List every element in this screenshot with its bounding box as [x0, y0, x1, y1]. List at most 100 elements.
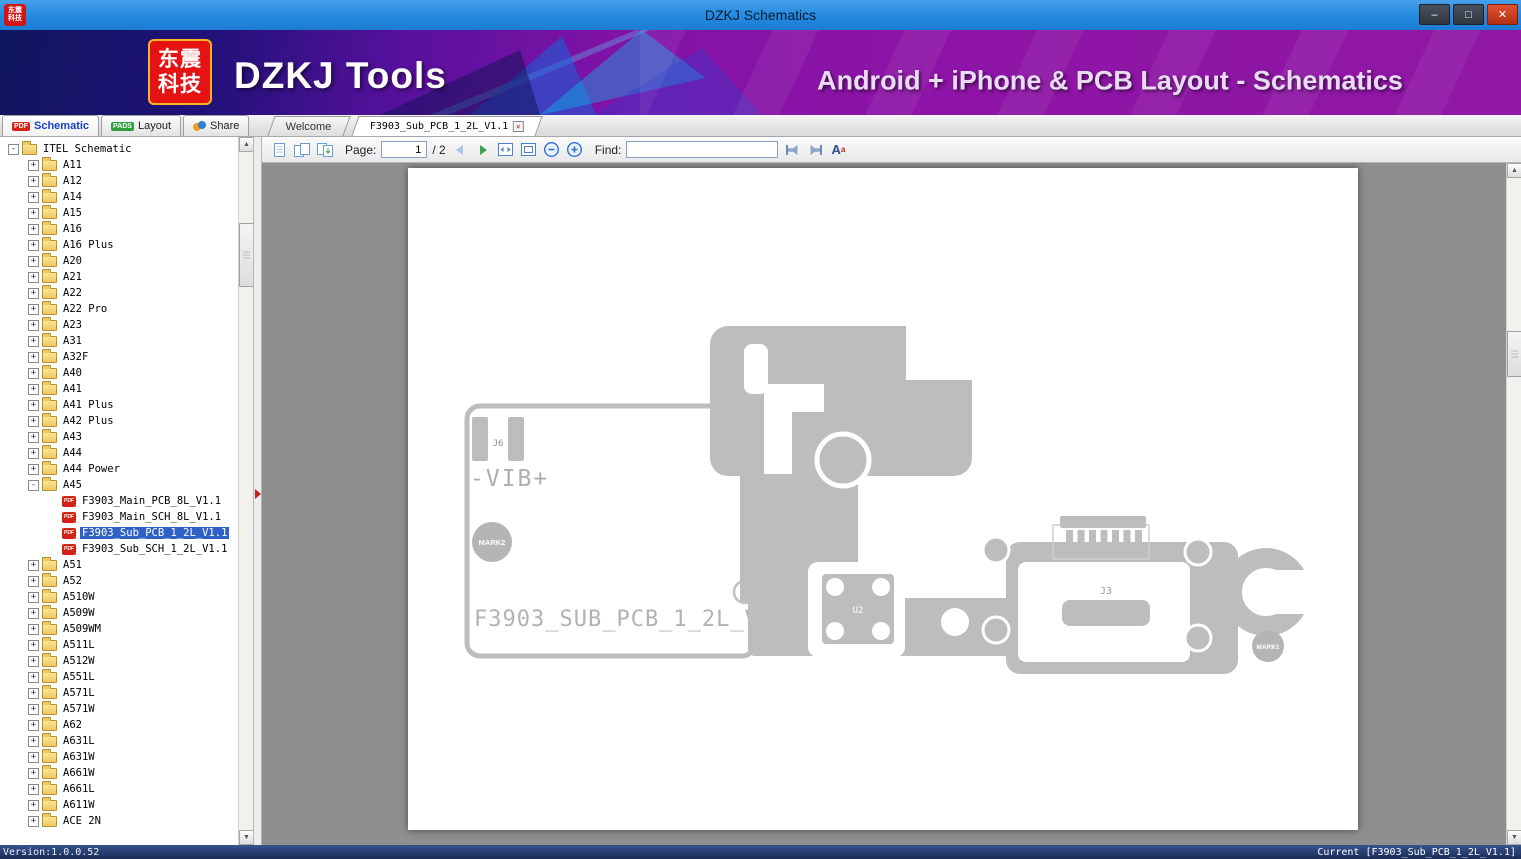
tree-expand-toggle[interactable]: +: [28, 463, 39, 475]
tree-item-folder[interactable]: + A631W: [0, 748, 238, 765]
tree-item-folder[interactable]: + A21: [0, 268, 238, 285]
tree-expand-toggle[interactable]: +: [28, 191, 39, 203]
tree-expand-toggle[interactable]: +: [28, 671, 39, 683]
tree-expand-toggle[interactable]: +: [28, 735, 39, 747]
tree-scroll-down-icon[interactable]: ▼: [239, 830, 253, 845]
minimize-button[interactable]: –: [1419, 4, 1450, 25]
tree-item-folder[interactable]: + A51: [0, 556, 238, 573]
tree-item-folder[interactable]: + A512W: [0, 652, 238, 669]
tree-item-folder[interactable]: + A14: [0, 188, 238, 205]
tree-expand-toggle[interactable]: +: [28, 207, 39, 219]
tree-expand-toggle[interactable]: +: [28, 271, 39, 283]
tree-item-folder[interactable]: + A22 Pro: [0, 300, 238, 317]
viewer-scroll-down-icon[interactable]: ▼: [1507, 830, 1521, 845]
fit-width-icon[interactable]: [497, 141, 515, 159]
tree-expand-toggle[interactable]: +: [28, 367, 39, 379]
maximize-button[interactable]: □: [1453, 4, 1484, 25]
pdf-canvas[interactable]: J6 -VIB+ MARK2 F3903_SUB_PCB_1_2L_V1.1 U…: [262, 163, 1521, 845]
tree-expand-toggle[interactable]: +: [28, 287, 39, 299]
tree-item-folder[interactable]: + A41: [0, 380, 238, 397]
tree-item-folder[interactable]: + A509W: [0, 604, 238, 621]
tab-share[interactable]: Share: [183, 115, 250, 136]
tree-item-folder[interactable]: + A41 Plus: [0, 396, 238, 413]
tree-expand-toggle[interactable]: +: [28, 591, 39, 603]
tree-expand-toggle[interactable]: +: [28, 175, 39, 187]
tree-item-folder[interactable]: + A661L: [0, 780, 238, 797]
tree-expand-toggle[interactable]: +: [28, 783, 39, 795]
fit-page-icon[interactable]: [520, 141, 538, 159]
zoom-in-icon[interactable]: [566, 141, 584, 159]
tree-item-folder[interactable]: + A510W: [0, 588, 238, 605]
tree-item-folder[interactable]: + A52: [0, 572, 238, 589]
tree-item-folder[interactable]: + A11: [0, 156, 238, 173]
tree-expand-toggle[interactable]: +: [28, 751, 39, 763]
tree-item-pdf[interactable]: PDF F3903_Sub_SCH_1_2L_V1.1: [0, 541, 238, 557]
tree-item-folder[interactable]: + A44 Power: [0, 460, 238, 477]
tree-item-pdf[interactable]: PDF F3903_Sub_PCB_1_2L_V1.1: [0, 525, 238, 541]
tree-expand-toggle[interactable]: +: [28, 399, 39, 411]
tree-scrollbar[interactable]: ▲ ▼: [238, 137, 253, 845]
tree-expand-toggle[interactable]: +: [28, 335, 39, 347]
tree-item-folder[interactable]: + A62: [0, 716, 238, 733]
doc-tab-current[interactable]: F3903_Sub_PCB_1_2L_V1.1 ✕: [351, 116, 544, 136]
tree-item-folder[interactable]: + A631L: [0, 732, 238, 749]
tree-expand-toggle[interactable]: +: [28, 223, 39, 235]
doc-tab-welcome[interactable]: Welcome: [267, 116, 351, 136]
find-next-icon[interactable]: [806, 141, 824, 159]
close-button[interactable]: ✕: [1487, 4, 1518, 25]
tab-schematic[interactable]: PDF Schematic: [2, 115, 100, 136]
tree-expand-toggle[interactable]: +: [28, 815, 39, 827]
tree-expand-toggle[interactable]: +: [28, 447, 39, 459]
tree-expand-toggle[interactable]: +: [28, 415, 39, 427]
tree-item-pdf[interactable]: PDF F3903_Main_SCH_8L_V1.1: [0, 509, 238, 525]
tree-item-folder[interactable]: - A45: [0, 476, 238, 493]
tree-scroll-up-icon[interactable]: ▲: [239, 137, 253, 152]
tree-item-folder[interactable]: + A12: [0, 172, 238, 189]
single-page-view-icon[interactable]: [270, 141, 288, 159]
tree-expand-toggle[interactable]: +: [28, 719, 39, 731]
tree-item-folder[interactable]: + A20: [0, 252, 238, 269]
tree-item-folder[interactable]: + A23: [0, 316, 238, 333]
tree-expand-toggle[interactable]: +: [28, 575, 39, 587]
zoom-out-icon[interactable]: [543, 141, 561, 159]
tree-expand-toggle[interactable]: -: [8, 143, 19, 155]
tree-item-folder[interactable]: + A40: [0, 364, 238, 381]
tree-expand-toggle[interactable]: +: [28, 703, 39, 715]
tree-item-folder[interactable]: + A15: [0, 204, 238, 221]
tree-expand-toggle[interactable]: +: [28, 383, 39, 395]
tree-item-folder[interactable]: + A571W: [0, 700, 238, 717]
splitter-arrow-icon[interactable]: [255, 489, 261, 499]
tree-expand-toggle[interactable]: -: [28, 479, 39, 491]
tree-expand-toggle[interactable]: +: [28, 623, 39, 635]
tree-scroll-thumb[interactable]: [239, 223, 253, 287]
facing-pages-view-icon[interactable]: [293, 141, 311, 159]
tree-item-folder[interactable]: + A44: [0, 444, 238, 461]
viewer-scrollbar[interactable]: ▲ ▼: [1506, 163, 1521, 845]
tree-item-folder[interactable]: + A42 Plus: [0, 412, 238, 429]
find-input[interactable]: [626, 141, 779, 158]
tab-layout[interactable]: PADS Layout: [101, 115, 181, 136]
tree-expand-toggle[interactable]: +: [28, 639, 39, 651]
tree-expand-toggle[interactable]: +: [28, 799, 39, 811]
tree-expand-toggle[interactable]: +: [28, 655, 39, 667]
next-page-icon[interactable]: [474, 141, 492, 159]
tree-expand-toggle[interactable]: +: [28, 607, 39, 619]
tree-expand-toggle[interactable]: +: [28, 159, 39, 171]
tree-item-folder[interactable]: + A571L: [0, 684, 238, 701]
tree-item-folder[interactable]: + ACE 2N: [0, 812, 238, 829]
tree-item-folder[interactable]: + A509WM: [0, 620, 238, 637]
tree-expand-toggle[interactable]: +: [28, 431, 39, 443]
tree-item-folder[interactable]: + A32F: [0, 348, 238, 365]
tree-expand-toggle[interactable]: +: [28, 559, 39, 571]
doc-tab-close-icon[interactable]: ✕: [513, 121, 525, 132]
tree-item-pdf[interactable]: PDF F3903_Main_PCB_8L_V1.1: [0, 493, 238, 509]
tree-item-folder[interactable]: + A43: [0, 428, 238, 445]
tree-item-folder[interactable]: + A16: [0, 220, 238, 237]
continuous-view-icon[interactable]: [316, 141, 334, 159]
tree-expand-toggle[interactable]: +: [28, 319, 39, 331]
tree-item-folder[interactable]: - ITEL Schematic: [0, 140, 238, 157]
tree-item-folder[interactable]: + A31: [0, 332, 238, 349]
tree-item-folder[interactable]: + A16 Plus: [0, 236, 238, 253]
previous-page-icon[interactable]: [451, 141, 469, 159]
panel-splitter[interactable]: [254, 137, 262, 845]
